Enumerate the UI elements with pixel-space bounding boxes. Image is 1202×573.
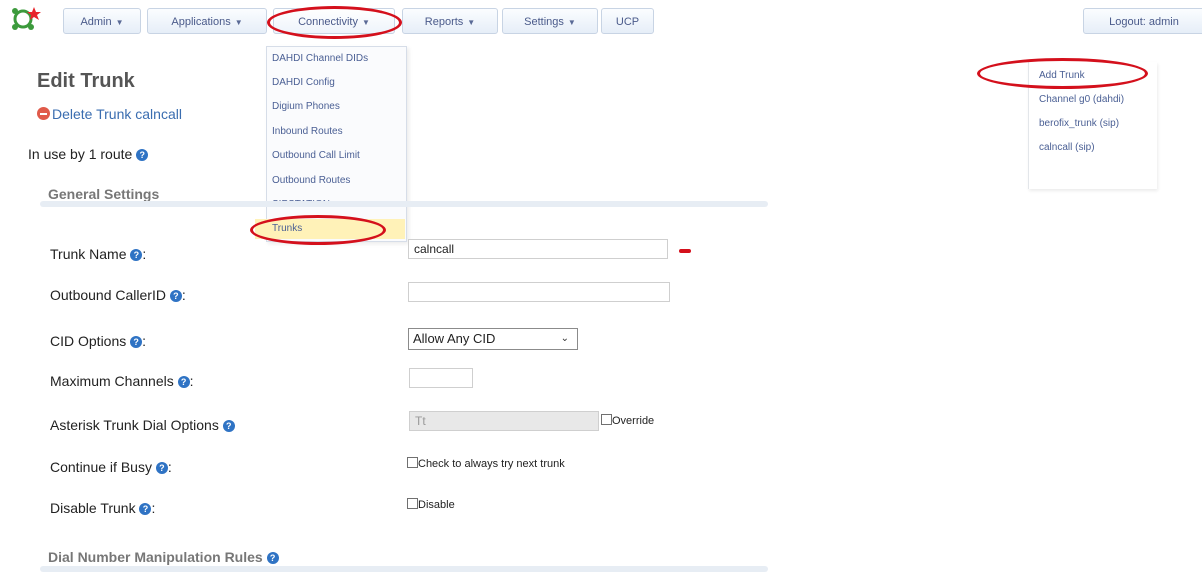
- label-colon: :: [181, 287, 186, 303]
- delete-trunk-label: Delete Trunk calncall: [52, 106, 182, 122]
- dial-rules-text: Dial Number Manipulation Rules: [48, 549, 263, 565]
- nav-connectivity-label: Connectivity: [298, 16, 358, 28]
- cid-options-value: Allow Any CID: [413, 331, 496, 346]
- section-divider: [40, 201, 768, 207]
- dial-options-input: [409, 411, 599, 431]
- nav-admin-label: Admin: [80, 16, 112, 28]
- trunk-list-item[interactable]: berofix_trunk (sip): [1039, 118, 1119, 129]
- help-icon[interactable]: ?: [169, 290, 182, 302]
- continue-busy-check-label: Check to always try next trunk: [418, 458, 565, 470]
- help-icon[interactable]: ?: [139, 503, 152, 515]
- nav-ucp-label: UCP: [615, 16, 640, 28]
- help-icon[interactable]: ?: [155, 462, 168, 474]
- continue-busy-label: Continue if Busy ?:: [50, 459, 172, 475]
- delete-trunk-link[interactable]: Delete Trunk calncall: [37, 106, 182, 122]
- nav-reports[interactable]: Reports ▼: [402, 8, 498, 34]
- dial-rules-heading: Dial Number Manipulation Rules ?: [48, 549, 279, 565]
- menu-item-digium-phones[interactable]: Digium Phones: [272, 101, 340, 112]
- connectivity-dropdown-menu: DAHDI Channel DIDs DAHDI Config Digium P…: [255, 46, 407, 242]
- label-colon: :: [142, 246, 147, 262]
- checkbox-icon[interactable]: [601, 414, 612, 425]
- nav-applications-label: Applications: [171, 16, 231, 28]
- menu-item-dahdi-channel-dids[interactable]: DAHDI Channel DIDs: [272, 53, 368, 64]
- menu-item-outbound-routes[interactable]: Outbound Routes: [272, 175, 350, 186]
- label-colon: :: [151, 500, 156, 516]
- nav-settings[interactable]: Settings ▼: [502, 8, 598, 34]
- section-divider: [40, 566, 768, 572]
- logout-button[interactable]: Logout: admin: [1083, 8, 1202, 34]
- outbound-callerid-text: Outbound CallerID: [50, 287, 166, 303]
- trunk-name-text: Trunk Name: [50, 246, 127, 262]
- override-checkbox[interactable]: Override: [601, 414, 654, 427]
- max-channels-label: Maximum Channels ?:: [50, 373, 194, 389]
- menu-item-dahdi-config[interactable]: DAHDI Config: [272, 77, 335, 88]
- add-trunk-link[interactable]: Add Trunk: [1039, 70, 1085, 81]
- trunk-name-label: Trunk Name ?:: [50, 246, 146, 262]
- disable-trunk-label: Disable Trunk ?:: [50, 500, 155, 516]
- nav-ucp[interactable]: UCP: [601, 8, 654, 34]
- outbound-callerid-input[interactable]: [408, 282, 670, 302]
- chevron-down-icon: ▼: [234, 18, 243, 27]
- required-indicator: [679, 249, 691, 253]
- help-icon[interactable]: ?: [222, 420, 235, 432]
- in-use-label: In use by 1 route: [28, 146, 133, 162]
- trunk-list-item[interactable]: calncall (sip): [1039, 142, 1095, 153]
- top-navigation: Admin ▼ Applications ▼ Connectivity ▼ Repor…: [0, 0, 1202, 40]
- general-settings-heading: General Settings: [48, 186, 160, 202]
- help-icon[interactable]: ?: [130, 336, 143, 348]
- help-icon[interactable]: ?: [266, 552, 279, 564]
- label-colon: :: [142, 333, 147, 349]
- override-label: Override: [612, 415, 655, 427]
- delete-icon: [37, 107, 50, 120]
- nav-connectivity[interactable]: Connectivity ▼: [273, 8, 395, 34]
- disable-trunk-text: Disable Trunk: [50, 500, 136, 516]
- trunk-list-item[interactable]: Channel g0 (dahdi): [1039, 94, 1124, 105]
- trunk-list-panel: Add Trunk Channel g0 (dahdi) berofix_tru…: [1028, 62, 1157, 189]
- nav-applications[interactable]: Applications ▼: [147, 8, 267, 34]
- nav-admin[interactable]: Admin ▼: [63, 8, 141, 34]
- max-channels-text: Maximum Channels: [50, 373, 174, 389]
- max-channels-input[interactable]: [409, 368, 473, 388]
- dial-options-text: Asterisk Trunk Dial Options: [50, 417, 219, 433]
- menu-item-inbound-routes[interactable]: Inbound Routes: [272, 126, 343, 137]
- cid-options-select[interactable]: Allow Any CID ⌄: [408, 328, 578, 350]
- cid-options-text: CID Options: [50, 333, 127, 349]
- continue-busy-checkbox[interactable]: Check to always try next trunk: [407, 457, 565, 470]
- label-colon: :: [189, 373, 194, 389]
- help-icon[interactable]: ?: [130, 249, 143, 261]
- nav-settings-label: Settings: [524, 16, 564, 28]
- trunk-name-input[interactable]: [408, 239, 668, 259]
- chevron-down-icon: ▼: [467, 18, 476, 27]
- logout-label: Logout: admin: [1109, 16, 1179, 28]
- freepbx-logo-icon[interactable]: [9, 3, 43, 33]
- cid-options-label: CID Options ?:: [50, 333, 146, 349]
- checkbox-icon[interactable]: [407, 498, 418, 509]
- menu-item-trunks[interactable]: Trunks: [255, 219, 405, 239]
- label-colon: :: [167, 459, 172, 475]
- in-use-text: In use by 1 route ?: [28, 146, 149, 162]
- chevron-down-icon: ▼: [567, 18, 576, 27]
- help-icon[interactable]: ?: [136, 149, 149, 161]
- checkbox-icon[interactable]: [407, 457, 418, 468]
- chevron-down-icon: ▼: [115, 18, 124, 27]
- continue-busy-text: Continue if Busy: [50, 459, 152, 475]
- chevron-down-icon: ⌄: [560, 333, 569, 344]
- dial-options-label: Asterisk Trunk Dial Options ?: [50, 417, 235, 433]
- help-icon[interactable]: ?: [177, 376, 190, 388]
- disable-trunk-checkbox[interactable]: Disable: [407, 498, 455, 511]
- page-title: Edit Trunk: [37, 70, 135, 92]
- nav-reports-label: Reports: [424, 16, 464, 28]
- chevron-down-icon: ▼: [362, 18, 370, 27]
- outbound-callerid-label: Outbound CallerID ?:: [50, 287, 186, 303]
- menu-item-outbound-call-limit[interactable]: Outbound Call Limit: [272, 150, 360, 161]
- disable-check-label: Disable: [418, 499, 455, 511]
